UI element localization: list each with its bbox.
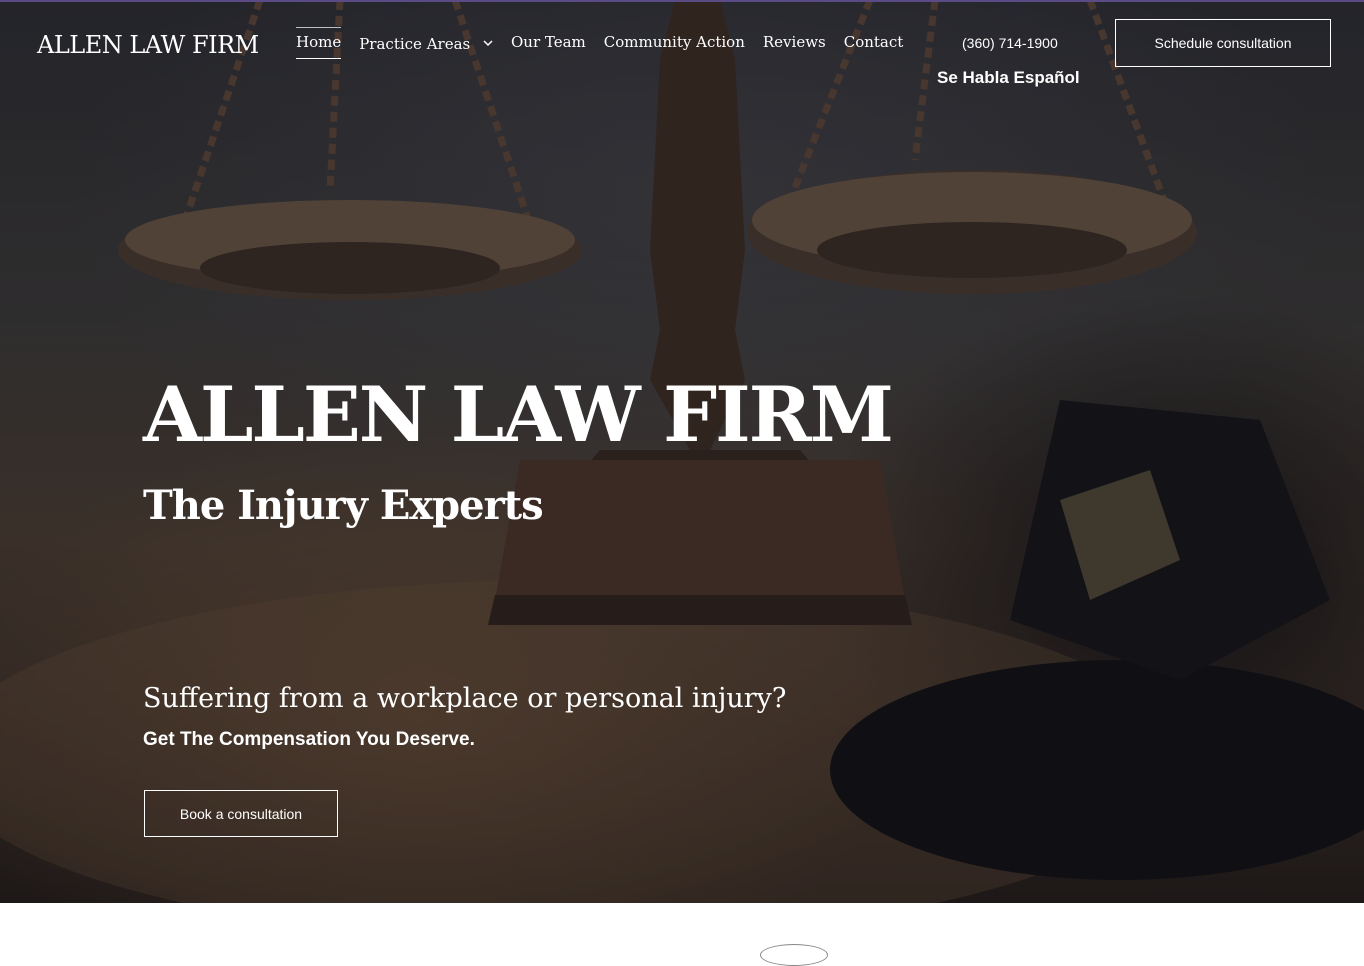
nav-item-label: Our Team (511, 33, 586, 51)
book-consultation-button[interactable]: Book a consultation (144, 790, 338, 837)
hero-subtitle: The Injury Experts (143, 482, 544, 529)
hero-tagline: Get The Compensation You Deserve. (143, 729, 475, 750)
section-emblem-edge (760, 944, 828, 966)
phone-link[interactable]: (360) 714-1900 (962, 35, 1058, 51)
nav-item-practice-areas[interactable]: Practice Areas (359, 33, 493, 59)
schedule-consultation-button[interactable]: Schedule consultation (1115, 19, 1331, 67)
nav-item-our-team[interactable]: Our Team (511, 33, 586, 59)
language-note: Se Habla Español (937, 68, 1080, 87)
top-accent-line (0, 0, 1364, 2)
nav-item-contact[interactable]: Contact (844, 33, 904, 59)
main-nav: Home Practice Areas Our Team Community A… (296, 27, 904, 59)
nav-item-label: Reviews (762, 33, 826, 51)
button-label: Book a consultation (179, 805, 303, 822)
nav-item-label: Home (296, 33, 342, 51)
hero-title: ALLEN LAW FIRM (143, 370, 894, 459)
hero-question: Suffering from a workplace or personal i… (143, 683, 787, 714)
nav-item-label: Contact (843, 33, 904, 51)
nav-item-community-action[interactable]: Community Action (604, 33, 745, 59)
nav-item-home[interactable]: Home (296, 27, 342, 59)
chevron-down-icon (483, 33, 493, 51)
nav-item-reviews[interactable]: Reviews (763, 33, 826, 59)
button-label: Schedule consultation (1154, 35, 1292, 51)
nav-item-label: Practice Areas (359, 35, 471, 53)
nav-item-label: Community Action (603, 33, 745, 51)
next-section (0, 903, 1364, 951)
site-logo[interactable]: ALLEN LAW FIRM (37, 31, 259, 59)
